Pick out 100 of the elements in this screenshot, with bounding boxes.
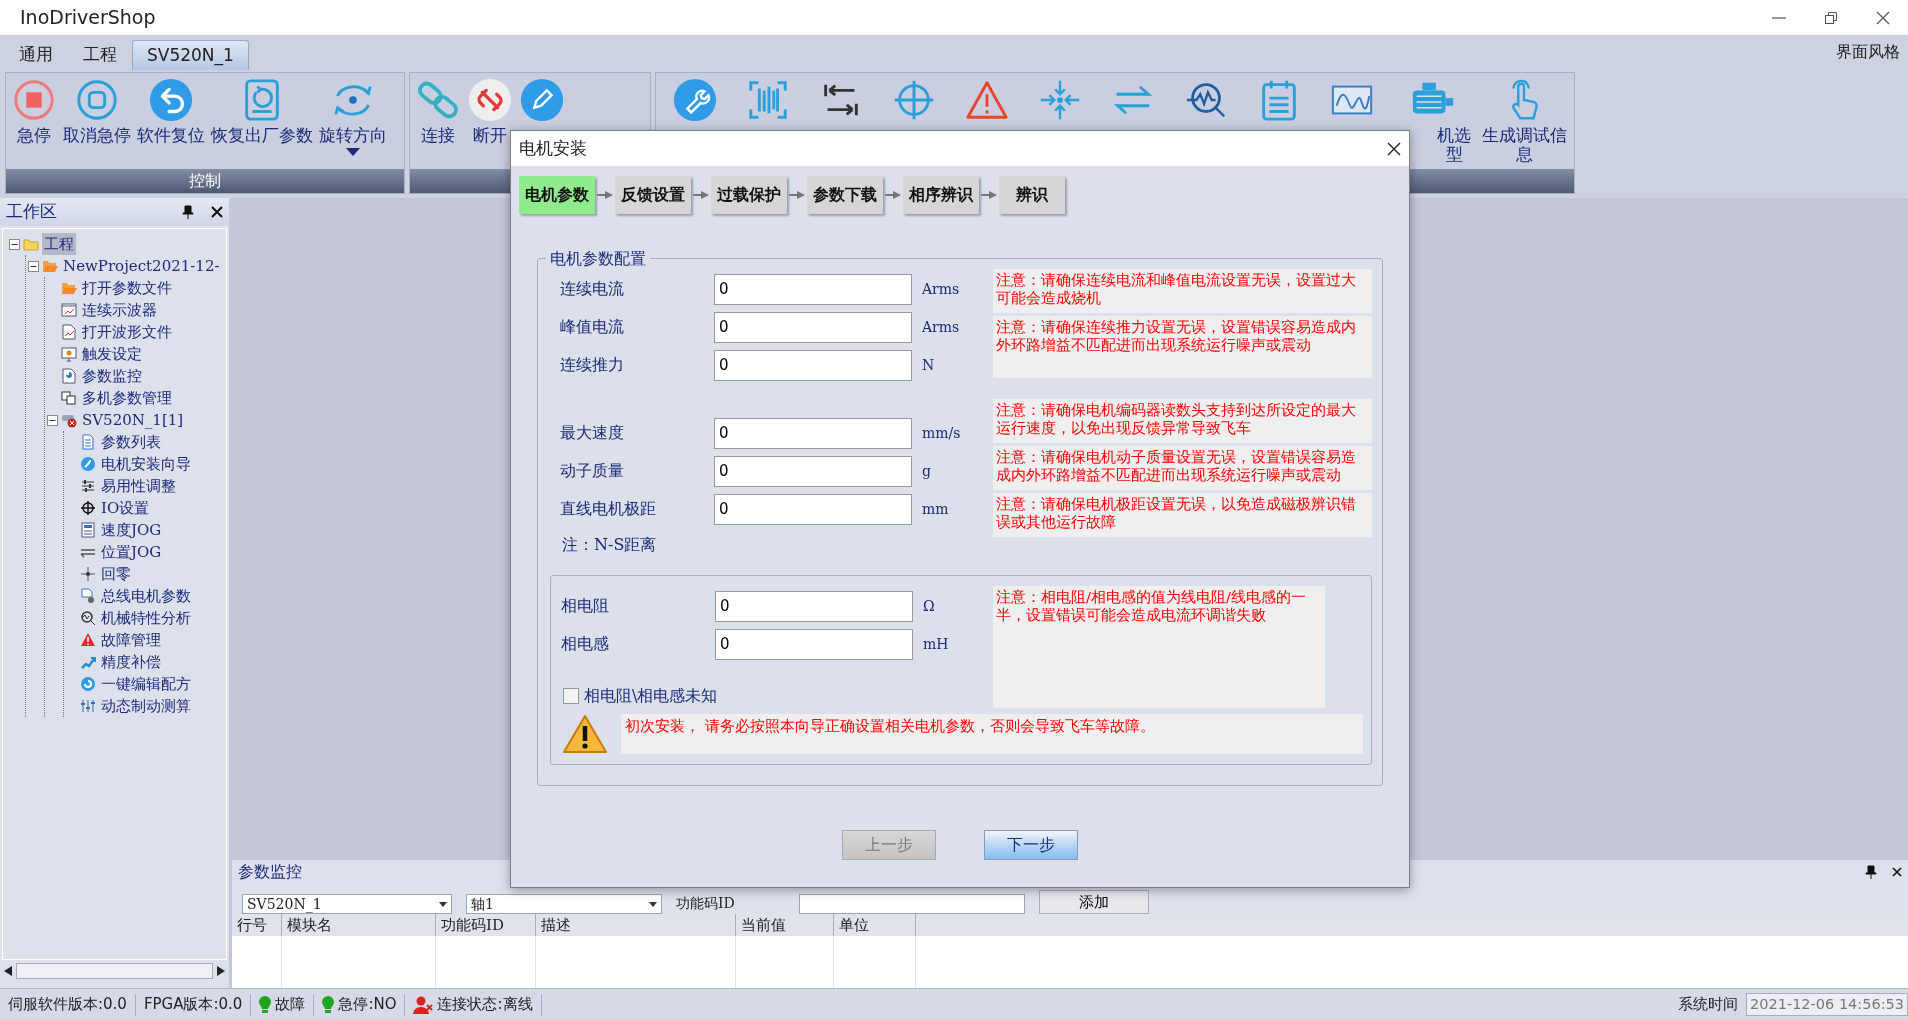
tree-item[interactable]: 位置JOG	[99, 540, 164, 564]
undo-icon	[148, 77, 194, 123]
add-button[interactable]: 添加	[1038, 890, 1149, 914]
field-label: 连续推力	[559, 354, 625, 376]
input-field[interactable]: 0	[715, 590, 913, 622]
input-field[interactable]: 0	[714, 417, 912, 449]
menu-tab[interactable]: 工程	[68, 38, 132, 70]
device-dropdown[interactable]: SV520N_1	[242, 894, 452, 914]
status-text: 故障	[275, 994, 306, 1016]
caret-icon	[346, 147, 360, 156]
tree-item[interactable]: 故障管理	[99, 628, 163, 652]
input-field[interactable]: 0	[715, 628, 913, 660]
tree-item[interactable]: 动态制动测算	[99, 694, 193, 718]
input-field[interactable]: 0	[714, 273, 912, 305]
tree-item[interactable]: 一键编辑配方	[99, 672, 193, 696]
panel-title: 参数监控	[238, 861, 303, 883]
chart-document-icon	[61, 324, 77, 340]
wrench-icon	[80, 456, 96, 472]
tree-item[interactable]: 总线电机参数	[99, 584, 193, 608]
tree-item[interactable]: 回零	[99, 562, 133, 586]
tree-item[interactable]: 参数监控	[80, 364, 144, 388]
toolbar-button[interactable]: 旋转方向	[316, 75, 390, 158]
warning-note: 注意：请确保电机动子质量设置无误，设置错误容易造成内外环路增益不匹配进而出现系统运行噪声或震动	[992, 446, 1372, 490]
broken-link-icon	[467, 77, 513, 123]
toolbar-button[interactable]: 取消急停	[60, 75, 134, 147]
warning-note: 注意：请确保连续电流和峰值电流设置无误，设置过大可能会造成烧机	[992, 269, 1372, 313]
tree-item[interactable]: SV520N_1[1]	[80, 408, 186, 432]
scrollbar-thumb[interactable]	[16, 963, 213, 979]
column-header: 行号	[232, 914, 282, 936]
input-field[interactable]	[798, 894, 1025, 914]
arrow-icon	[981, 190, 997, 200]
tree-item[interactable]: IO设置	[99, 496, 152, 520]
menu-tab[interactable]: 通用	[4, 38, 68, 70]
monitor-icon	[61, 346, 77, 362]
toolbar-button[interactable]: 急停	[8, 75, 60, 147]
unit-label: mH	[922, 634, 949, 654]
stop-icon	[11, 77, 57, 123]
pencil-icon	[519, 77, 565, 123]
axis-dropdown[interactable]: 轴1	[466, 894, 662, 914]
warning-icon	[80, 632, 96, 648]
sliders-icon	[80, 698, 96, 714]
field-label: 相电感	[560, 633, 610, 655]
close-icon	[1387, 141, 1401, 156]
tree-item[interactable]: 连续示波器	[80, 298, 159, 322]
step-button[interactable]: 下一步	[984, 830, 1078, 860]
column-header: 当前值	[736, 914, 834, 936]
unit-label: Ω	[922, 596, 935, 616]
toolbar-button[interactable]: 连接	[412, 75, 464, 147]
tree-item[interactable]: 速度JOG	[99, 518, 164, 542]
input-field[interactable]: 0	[714, 311, 912, 343]
input-field[interactable]: 0	[714, 493, 912, 525]
tree-item[interactable]: NewProject2021-12-	[61, 254, 222, 278]
window-title: InoDriverShop	[20, 5, 157, 31]
minimize-icon	[1772, 16, 1786, 19]
tree-item[interactable]: 打开波形文件	[80, 320, 174, 344]
magnifier-icon	[80, 610, 96, 626]
caret-icon	[439, 901, 447, 907]
field-label: 功能码ID	[676, 894, 735, 913]
caret-icon	[649, 901, 657, 907]
arrow-icon	[693, 190, 709, 200]
tree-item[interactable]: 机械特性分析	[99, 606, 193, 630]
dialog-title: 电机安装	[519, 136, 588, 160]
wizard-step[interactable]: 参数下载	[807, 176, 883, 214]
checkbox-label: 相电阻\相电感未知	[584, 685, 718, 707]
document-icon	[61, 368, 77, 384]
chart-icon	[80, 654, 96, 670]
tree-item[interactable]: 参数列表	[99, 430, 163, 454]
field-label: 峰值电流	[559, 316, 625, 338]
tree-item[interactable]: 工程	[42, 232, 76, 256]
tree-item[interactable]: 易用性调整	[99, 474, 178, 498]
warning-note: 注意：请确保电机极距设置无误，以免造成磁极辨识错误或其他运行故障	[992, 493, 1372, 537]
toolbar-button[interactable]: 断开	[464, 75, 516, 147]
input-field[interactable]: 0	[714, 349, 912, 381]
theme-menu[interactable]: 界面风格	[1828, 40, 1908, 70]
wizard-step[interactable]: 电机参数	[519, 176, 595, 214]
field-label: 连续电流	[559, 278, 625, 300]
wizard-step[interactable]: 相序辨识	[903, 176, 979, 214]
close-icon	[211, 206, 223, 218]
field-label: 相电阻	[560, 595, 610, 617]
chart-window-icon	[61, 302, 77, 318]
warning-icon	[563, 714, 607, 754]
folder-icon	[23, 236, 39, 252]
wizard-step[interactable]: 反馈设置	[615, 176, 691, 214]
tree-item[interactable]: 精度补偿	[99, 650, 163, 674]
unit-label: Arms	[921, 317, 960, 337]
input-field[interactable]: 0	[714, 455, 912, 487]
toolbar-button[interactable]: 软件复位	[134, 75, 208, 147]
checkbox[interactable]	[563, 688, 579, 704]
arrow-icon	[789, 190, 805, 200]
wizard-step[interactable]: 过载保护	[711, 176, 787, 214]
tree-item[interactable]: 触发设定	[80, 342, 144, 366]
toolbar-button[interactable]: 生成调试信息	[1476, 75, 1572, 166]
field-label: 最大速度	[559, 422, 625, 444]
toolbar-button[interactable]: 恢复出厂参数	[208, 75, 316, 147]
tree-item[interactable]: 电机安装向导	[99, 452, 193, 476]
menu-tab[interactable]: SV520N_1	[132, 39, 249, 70]
tree-item[interactable]: 多机参数管理	[80, 386, 174, 410]
calculator-icon	[80, 522, 96, 538]
tree-item[interactable]: 打开参数文件	[80, 276, 174, 300]
wizard-step[interactable]: 辨识	[999, 176, 1065, 214]
